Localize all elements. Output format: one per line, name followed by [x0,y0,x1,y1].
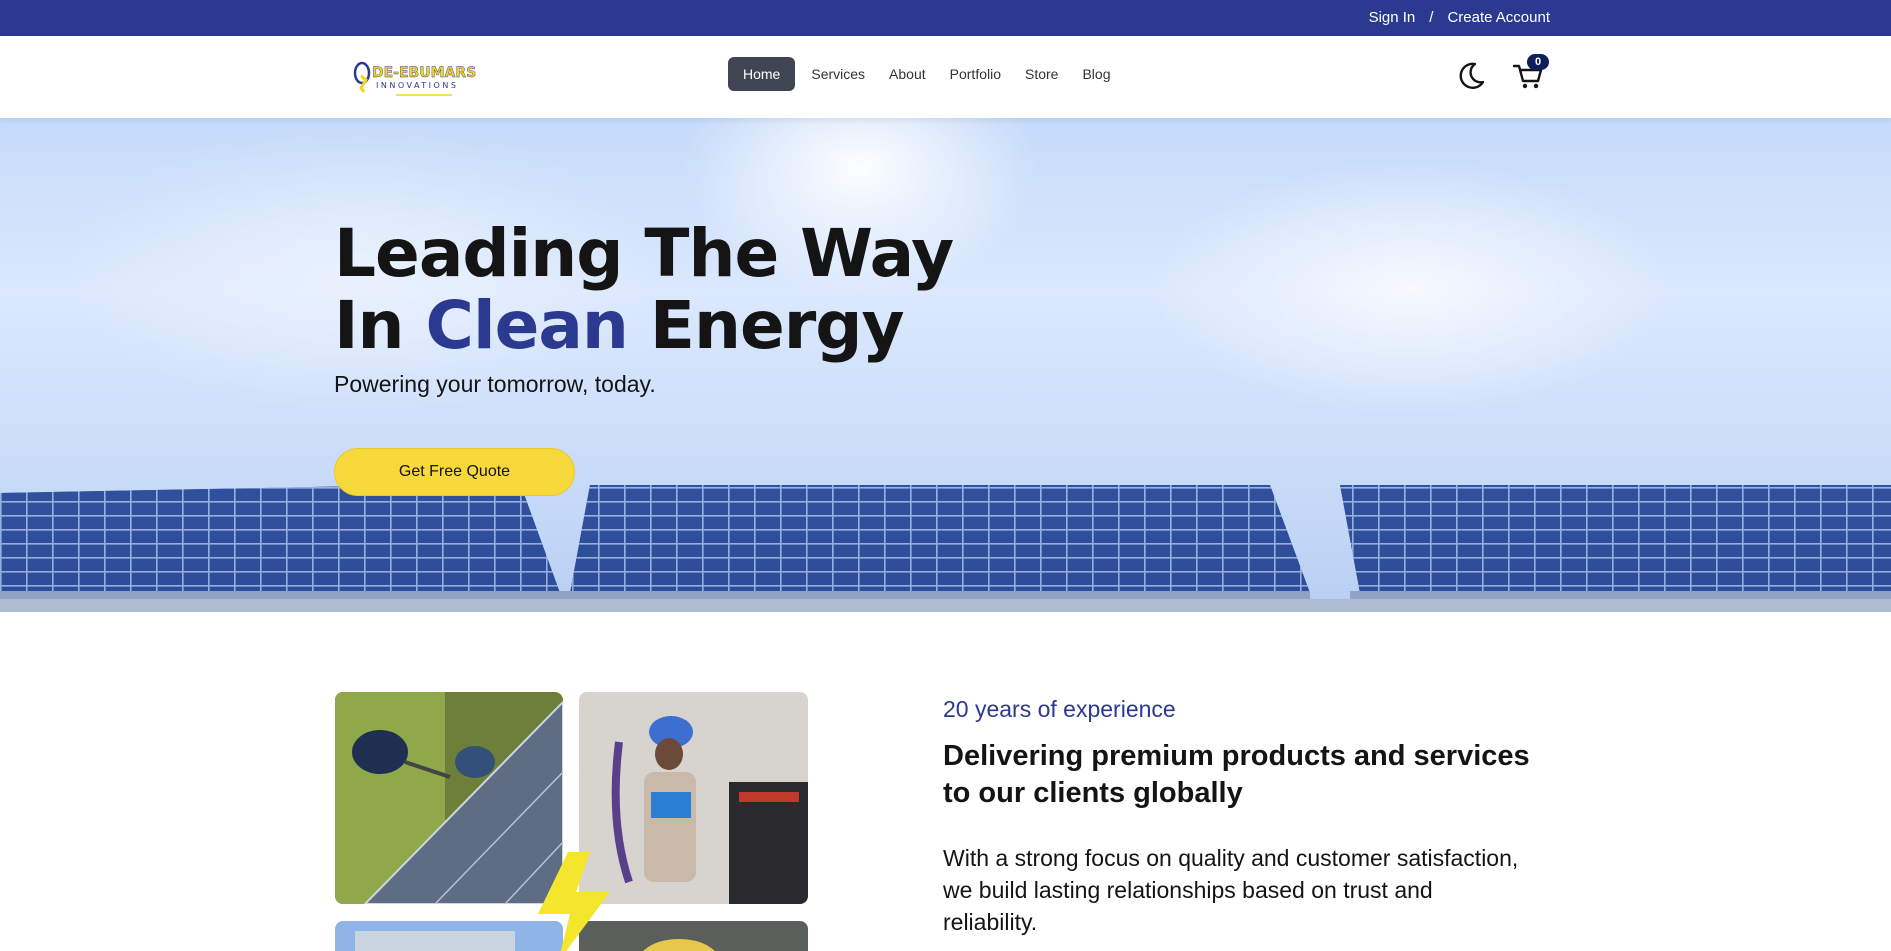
account-links-separator: / [1429,9,1434,26]
hero-title: Leading The Way In Clean Energy [334,215,954,364]
technician-hvac-photo [579,692,808,904]
nav-item-blog[interactable]: Blog [1074,57,1118,91]
nav-item-store[interactable]: Store [1017,57,1066,91]
solar-panels-image [0,483,1891,612]
get-free-quote-button[interactable]: Get Free Quote [334,448,575,496]
cart-count-badge: 0 [1527,54,1549,70]
hero-subtitle: Powering your tomorrow, today. [334,371,656,397]
account-links: Sign In / Create Account [1369,9,1550,26]
logo-text-main: DE-EBUMARS [372,65,476,81]
about-title: Delivering premium products and services… [943,740,1530,809]
experience-label: 20 years of experience [943,696,1176,722]
hero-title-line2-prefix: In [334,287,426,364]
company-logo[interactable]: DE-EBUMARS INNOVATIONS [352,56,482,100]
hero-title-line2-suffix: Energy [627,287,905,364]
logo-text-sub: INNOVATIONS [376,81,458,90]
top-bar: Sign In / Create Account [0,0,1891,36]
nav-item-about[interactable]: About [881,57,934,91]
sign-in-link[interactable]: Sign In [1369,9,1416,26]
create-account-link[interactable]: Create Account [1447,9,1550,26]
moon-icon[interactable] [1455,60,1487,92]
main-nav: Home Services About Portfolio Store Blog [728,57,1119,91]
hero-title-accent: Clean [425,287,629,364]
lightning-bolt-icon [538,852,610,951]
about-text: With a strong focus on quality and custo… [943,845,1519,935]
site-header: DE-EBUMARS INNOVATIONS Home Services Abo… [0,36,1891,118]
nav-item-home[interactable]: Home [728,57,796,91]
hero-title-line1: Leading The Way [334,215,954,292]
hero-cloud-glow [1150,158,1670,418]
nav-item-services[interactable]: Services [803,57,873,91]
worker-helmet-photo [579,921,808,951]
hero-section: Leading The Way In Clean Energy Powering… [0,118,1891,612]
nav-item-portfolio[interactable]: Portfolio [942,57,1009,91]
